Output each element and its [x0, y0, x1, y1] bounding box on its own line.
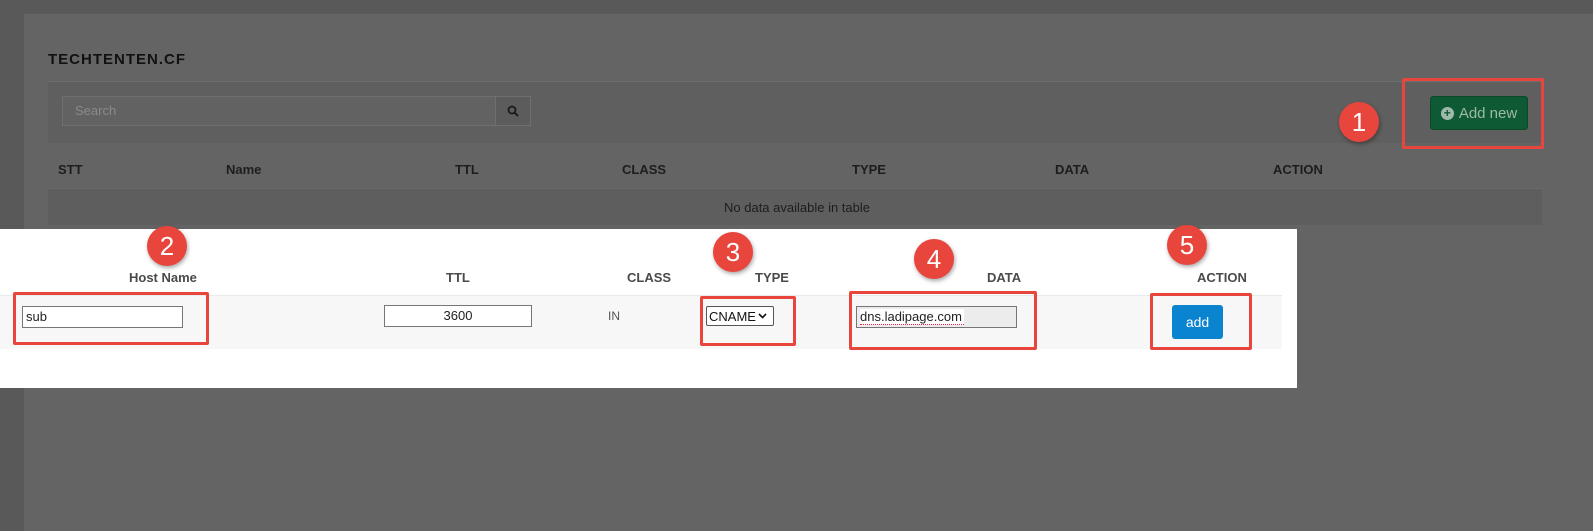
page-title: TECHTENTEN.CF: [48, 51, 186, 68]
type-select[interactable]: CNAME: [706, 306, 774, 326]
class-value: IN: [608, 309, 620, 323]
plus-circle-icon: +: [1440, 106, 1454, 120]
step-badge-4: 4: [914, 239, 954, 279]
data-input-value: dns.ladipage.com: [860, 309, 964, 325]
header-name: Name: [226, 162, 262, 177]
header-stt: STT: [58, 162, 83, 177]
search-button[interactable]: [495, 96, 531, 126]
form-header-data: DATA: [987, 270, 1022, 285]
step-badge-1: 1: [1339, 102, 1379, 142]
type-selected: CNAME: [709, 308, 756, 324]
form-header-class: CLASS: [627, 270, 672, 285]
form-header-host-name: Host Name: [129, 270, 197, 285]
host-name-input[interactable]: sub: [22, 306, 183, 328]
header-action: ACTION: [1273, 162, 1323, 177]
add-new-label: Add new: [1458, 104, 1518, 122]
add-new-button[interactable]: + Add new: [1430, 96, 1528, 130]
step-badge-5: 5: [1167, 225, 1207, 265]
empty-message: No data available in table: [724, 200, 870, 215]
header-ttl: TTL: [455, 162, 479, 177]
header-class: CLASS: [622, 162, 667, 177]
ttl-input[interactable]: 3600: [384, 305, 532, 327]
search-input[interactable]: Search: [62, 96, 496, 126]
step-badge-3: 3: [713, 232, 753, 272]
add-button[interactable]: add: [1172, 305, 1223, 339]
header-data: DATA: [1055, 162, 1090, 177]
search-icon: [507, 105, 519, 117]
form-header-type: TYPE: [755, 270, 789, 285]
data-input[interactable]: dns.ladipage.com: [856, 306, 1017, 328]
header-type: TYPE: [852, 162, 886, 177]
step-badge-2: 2: [147, 226, 187, 266]
form-header-action: ACTION: [1197, 270, 1247, 285]
chevron-down-icon: [758, 313, 767, 319]
form-header-ttl: TTL: [446, 270, 470, 285]
